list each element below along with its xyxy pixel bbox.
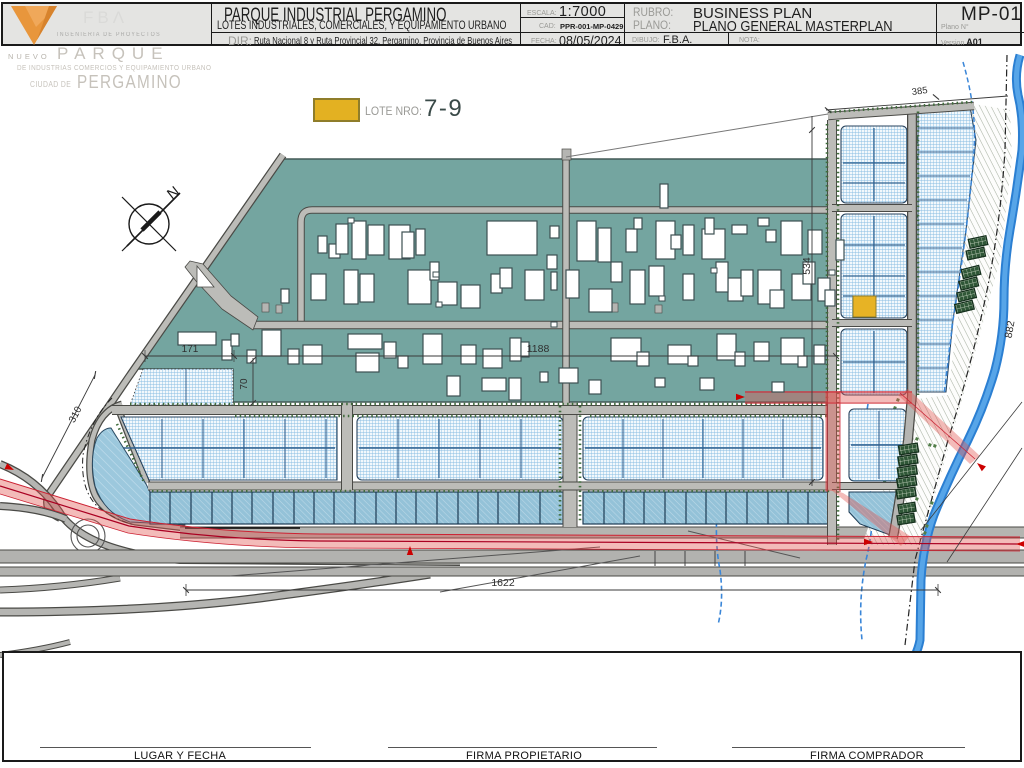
- svg-text:534: 534: [801, 257, 813, 275]
- svg-text:1188: 1188: [527, 343, 550, 355]
- svg-text:385: 385: [911, 85, 928, 98]
- svg-text:1622: 1622: [491, 577, 515, 589]
- svg-text:171: 171: [182, 344, 199, 355]
- svg-text:70: 70: [239, 378, 250, 390]
